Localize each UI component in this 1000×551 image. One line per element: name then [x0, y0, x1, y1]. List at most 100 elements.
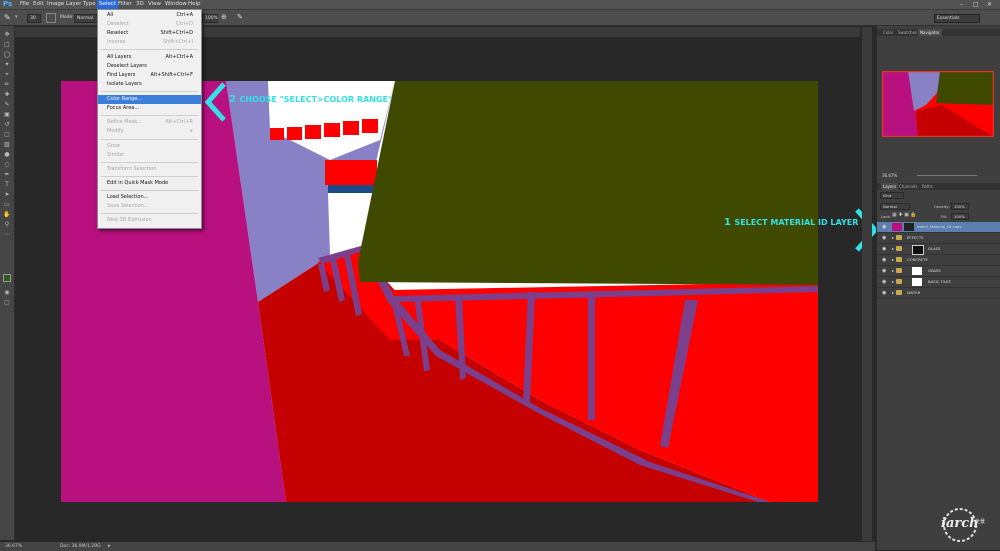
expand-arrow-icon[interactable]: ▸ [892, 266, 894, 276]
group-mask-thumbnail [912, 278, 922, 286]
tab-paths[interactable]: Paths [920, 183, 935, 190]
navigator-zoom-value[interactable]: 36.67% [882, 173, 897, 178]
menu-item-find-layers[interactable]: Find Layers Alt+Shift+Ctrl+F [98, 71, 201, 80]
layer-filter-select[interactable]: Kind [880, 192, 904, 199]
step2-text: CHOOSE "SELECT>COLOR RANGE" [239, 95, 393, 104]
expand-arrow-icon[interactable]: ▸ [892, 244, 894, 254]
visibility-eye-icon[interactable]: ◉ [882, 244, 886, 254]
tab-channels[interactable]: Channels [897, 183, 920, 190]
expand-arrow-icon[interactable]: ▸ [892, 288, 894, 298]
lock-label: Lock: [881, 214, 891, 219]
menu-item-all[interactable]: All Ctrl+A [98, 11, 201, 20]
menu-item-transform-selection[interactable]: Transform Selection [98, 165, 201, 174]
layer-name[interactable]: WATER [907, 288, 920, 298]
menu-item-deselect-layers[interactable]: Deselect Layers [98, 62, 201, 71]
menu-item-color-range[interactable]: Color Range... [98, 95, 201, 104]
layer-name[interactable]: GLASS [928, 244, 941, 254]
navigator-thumbnail[interactable] [882, 71, 994, 137]
menu-item-inverse[interactable]: Inverse Shift+Ctrl+I [98, 38, 201, 47]
watermark-cn: 全景 [975, 519, 986, 525]
menu-item-load-selection[interactable]: Load Selection... [98, 193, 201, 202]
visibility-eye-icon[interactable]: ◉ [882, 266, 886, 276]
layer-row[interactable]: ◉ Interil_Material_ID copy [877, 222, 1000, 233]
expand-arrow-icon[interactable]: ▸ [892, 277, 894, 287]
menu-item-new-3d-extrusion[interactable]: New 3D Extrusion [98, 216, 201, 225]
layer-name[interactable]: BASIC FILES [928, 277, 951, 287]
folder-icon [896, 235, 902, 240]
layer-row[interactable]: ◉ ▸ EFFECTS [877, 233, 1000, 244]
menu-separator [101, 49, 198, 50]
layer-name[interactable]: CONCRETE [907, 255, 928, 265]
layer-mask-thumbnail [904, 223, 914, 231]
menu-item-refine-mask[interactable]: Refine Mask... Alt+Ctrl+R [98, 118, 201, 127]
olive-panel-shape [358, 81, 818, 285]
menu-item-reselect[interactable]: Reselect Shift+Ctrl+D [98, 29, 201, 38]
menu-item-save-selection[interactable]: Save Selection... [98, 202, 201, 211]
visibility-eye-icon[interactable]: ◉ [882, 233, 886, 243]
menu-separator [101, 190, 198, 191]
tab-navigator[interactable]: Navigator [918, 29, 942, 36]
folder-icon [896, 246, 902, 251]
group-mask-thumbnail [912, 245, 924, 255]
layer-row[interactable]: ◉ ▸ CONCRETE [877, 255, 1000, 266]
step1-number: 1 [724, 217, 731, 228]
menu-item-similar[interactable]: Similar [98, 151, 201, 160]
menu-item-isolate-layers[interactable]: Isolate Layers [98, 80, 201, 89]
step1-annotation: 1 SELECT MATERIAL ID LAYER [724, 217, 858, 228]
blend-mode-select[interactable]: Normal [880, 203, 910, 210]
opacity-label: Opacity: [934, 204, 950, 209]
visibility-eye-icon[interactable]: ◉ [882, 222, 886, 232]
folder-icon [896, 268, 902, 273]
tab-layers[interactable]: Layers [881, 183, 899, 190]
fill-label: Fill: [941, 214, 948, 219]
navigator-zoom-slider[interactable] [917, 175, 977, 176]
layer-name[interactable]: GRASS [928, 266, 941, 276]
layer-thumbnail [892, 223, 902, 231]
menu-separator [101, 139, 198, 140]
submenu-arrow-icon: ▸ [190, 128, 193, 134]
visibility-eye-icon[interactable]: ◉ [882, 277, 886, 287]
blue-beam-shape [328, 185, 376, 193]
step2-chevron-icon [204, 82, 226, 122]
expand-arrow-icon[interactable]: ▸ [892, 233, 894, 243]
menu-item-quick-mask[interactable]: Edit in Quick Mask Mode [98, 179, 201, 188]
menu-separator [101, 162, 198, 163]
menu-separator [101, 115, 198, 116]
layer-row[interactable]: ◉ ▸ GRASS [877, 266, 1000, 277]
menu-separator [101, 213, 198, 214]
layer-row[interactable]: ◉ ▸ GLASS [877, 244, 1000, 255]
menu-item-all-layers[interactable]: All Layers Alt+Ctrl+A [98, 53, 201, 62]
tab-swatches[interactable]: Swatches [896, 29, 919, 36]
folder-icon [896, 279, 902, 284]
layers-tab-bar: Layers Channels Paths [877, 183, 1000, 190]
menu-item-deselect[interactable]: Deselect Ctrl+D [98, 20, 201, 29]
layer-opacity-field[interactable]: 100% [951, 203, 969, 210]
lock-icons[interactable]: ▦ ✚ ▣ 🔒 [892, 212, 917, 218]
menu-item-modify[interactable]: Modify ▸ [98, 127, 201, 136]
folder-icon [896, 257, 902, 262]
menu-separator [101, 176, 198, 177]
layer-name[interactable]: EFFECTS [907, 233, 924, 243]
menu-separator [101, 91, 198, 92]
tab-color[interactable]: Color [881, 29, 895, 36]
visibility-eye-icon[interactable]: ◉ [882, 288, 886, 298]
layer-row[interactable]: ◉ ▸ BASIC FILES [877, 277, 1000, 288]
right-panels: Color Swatches Navigator 36.67% Layers C… [876, 26, 1000, 550]
step2-number: 2 [229, 94, 236, 105]
menu-item-focus-area[interactable]: Focus Area... [98, 104, 201, 113]
layer-fill-field[interactable]: 100% [951, 213, 969, 220]
menu-item-grow[interactable]: Grow [98, 142, 201, 151]
layer-name[interactable]: Interil_Material_ID copy [917, 222, 962, 232]
group-mask-thumbnail [912, 267, 922, 275]
visibility-eye-icon[interactable]: ◉ [882, 255, 886, 265]
layer-row[interactable]: ◉ ▸ WATER [877, 288, 1000, 299]
select-dropdown-menu: All Ctrl+A Deselect Ctrl+D Reselect Shift+C… [97, 9, 202, 229]
watermark-logo: iarch 全景 [929, 506, 991, 544]
step1-text: SELECT MATERIAL ID LAYER [734, 218, 859, 227]
folder-icon [896, 290, 902, 295]
navigator-tab-bar: Color Swatches Navigator [877, 29, 1000, 36]
expand-arrow-icon[interactable]: ▸ [892, 255, 894, 265]
step2-annotation: 2 CHOOSE "SELECT>COLOR RANGE" [229, 94, 392, 105]
document-scrollbar[interactable] [862, 27, 872, 541]
watermark-text: iarch [941, 516, 979, 531]
